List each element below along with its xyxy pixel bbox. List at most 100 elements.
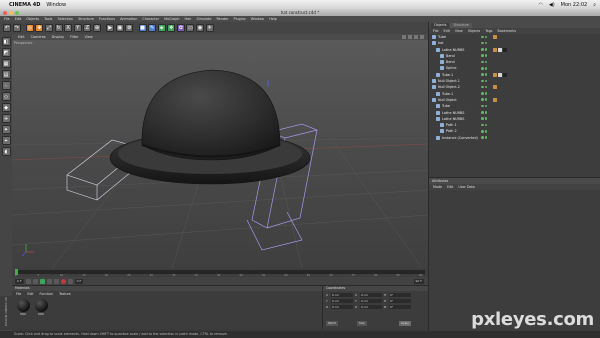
rotation-field[interactable]: 0° — [389, 304, 411, 309]
editor-visibility-dot[interactable] — [481, 73, 484, 76]
menu-item-render[interactable]: Render — [216, 17, 228, 21]
live-selection-icon[interactable]: ◎ — [25, 24, 34, 32]
render-picture-icon[interactable]: ▣ — [115, 24, 124, 32]
visibility-flags[interactable] — [481, 35, 488, 39]
render-visibility-dot[interactable] — [484, 123, 488, 127]
menu-item-objects[interactable]: Objects — [26, 17, 39, 21]
render-visibility-dot[interactable] — [484, 48, 488, 51]
redo-icon[interactable]: ↷ — [12, 24, 21, 32]
visibility-flags[interactable] — [481, 73, 488, 76]
volume-icon[interactable]: ◀) — [549, 2, 555, 8]
object-manager-menu-objects[interactable]: Objects — [468, 29, 480, 33]
object-manager-menu-bookmarks[interactable]: Bookmarks — [498, 29, 516, 33]
workplane-icon[interactable]: ▤ — [1, 70, 11, 79]
render-visibility-dot[interactable] — [484, 111, 488, 114]
editor-visibility-dot[interactable] — [481, 41, 484, 45]
material-menu-edit[interactable]: Edit — [27, 291, 33, 297]
editor-visibility-dot[interactable] — [481, 129, 484, 133]
position-field[interactable]: 0 cm — [331, 304, 353, 309]
minimize-window-icon[interactable] — [9, 10, 13, 15]
render-settings-icon[interactable]: ⚙ — [125, 24, 134, 32]
menu-item-animation[interactable]: Animation — [120, 17, 137, 21]
render-visibility-dot[interactable] — [484, 79, 488, 83]
menu-item-window[interactable]: Window — [251, 17, 264, 21]
visibility-flags[interactable] — [481, 85, 488, 89]
mac-menu-window[interactable]: Window — [46, 2, 66, 8]
render-visibility-dot[interactable] — [484, 98, 488, 102]
z-axis-icon[interactable]: Z — [83, 24, 92, 32]
editor-visibility-dot[interactable] — [481, 111, 484, 114]
prev-frame-icon[interactable] — [32, 278, 38, 284]
render-visibility-dot[interactable] — [484, 66, 488, 70]
material-menu-file[interactable]: File — [16, 291, 21, 297]
rotation-field[interactable]: 0° — [389, 292, 411, 297]
visibility-flags[interactable] — [481, 129, 488, 133]
visibility-flags[interactable] — [481, 111, 488, 114]
end-frame[interactable]: 90 F — [413, 278, 424, 284]
camera-icon[interactable]: ◉ — [196, 24, 205, 32]
size-mode-select[interactable]: Size — [357, 321, 367, 326]
menu-item-file[interactable]: File — [4, 17, 10, 21]
render-visibility-dot[interactable] — [484, 104, 488, 108]
polygons-mode-icon[interactable]: ◆ — [1, 103, 11, 112]
orbit-icon[interactable] — [414, 35, 418, 39]
editor-visibility-dot[interactable] — [481, 79, 484, 83]
material-menu-texture[interactable]: Texture — [59, 291, 71, 297]
editor-visibility-dot[interactable] — [481, 123, 484, 127]
editor-visibility-dot[interactable] — [481, 92, 484, 95]
menu-item-help[interactable]: Help — [269, 17, 277, 21]
go-to-start-icon[interactable] — [25, 278, 31, 284]
render-visibility-dot[interactable] — [484, 92, 488, 95]
render-visibility-dot[interactable] — [484, 41, 488, 45]
render-visibility-dot[interactable] — [484, 35, 488, 39]
render-visibility-dot[interactable] — [484, 136, 488, 139]
object-manager-menu-file[interactable]: File — [433, 29, 439, 33]
model-mode-icon[interactable]: ◧ — [1, 37, 11, 46]
viewport-menu-display[interactable]: Display — [52, 35, 65, 39]
scale-icon[interactable]: ⤢ — [44, 24, 53, 32]
material-menu-function[interactable]: Function — [40, 291, 54, 297]
editor-visibility-dot[interactable] — [481, 54, 484, 57]
tag-icon[interactable] — [498, 72, 502, 77]
array-icon[interactable]: ❖ — [167, 24, 176, 32]
viewport-menu-cameras[interactable]: Cameras — [31, 35, 46, 39]
render-visibility-dot[interactable] — [484, 129, 488, 133]
visibility-flags[interactable] — [481, 104, 488, 108]
visibility-flags[interactable] — [481, 92, 488, 95]
visibility-flags[interactable] — [481, 79, 488, 83]
close-window-icon[interactable] — [3, 10, 7, 15]
maximize-view-icon[interactable] — [420, 35, 424, 39]
editor-visibility-dot[interactable] — [481, 66, 484, 70]
cube-icon[interactable]: ■ — [138, 24, 147, 32]
edges-mode-icon[interactable]: ◇ — [1, 92, 11, 101]
zoom-icon[interactable] — [408, 35, 412, 39]
object-row[interactable]: Instance (Converted) — [429, 135, 600, 141]
editor-visibility-dot[interactable] — [481, 60, 484, 64]
editor-visibility-dot[interactable] — [481, 98, 484, 102]
apply-button[interactable]: Apply — [399, 321, 411, 326]
material-swatch[interactable]: Mat — [15, 299, 31, 316]
clock[interactable]: Mon 22:02 — [561, 2, 588, 8]
magnet-icon[interactable]: ◖ — [1, 147, 11, 156]
editor-visibility-dot[interactable] — [481, 85, 484, 89]
visibility-flags[interactable] — [481, 136, 488, 139]
mac-app-name[interactable]: CINEMA 4D — [9, 2, 40, 8]
attribute-menu-user-data[interactable]: User Data — [458, 185, 474, 189]
menu-item-simulate[interactable]: Simulate — [196, 17, 211, 21]
timeline[interactable]: 0 5 10 15 20 25 30 35 40 45 50 55 60 65 70 75 80 85 90 — [12, 268, 428, 277]
tweak-icon[interactable]: ✦ — [1, 125, 11, 134]
axis-icon[interactable]: ✛ — [1, 114, 11, 123]
start-frame[interactable]: 0 F — [15, 278, 24, 284]
coordinate-mode-select[interactable]: World — [326, 321, 339, 326]
rotation-field[interactable]: 0° — [389, 298, 411, 303]
position-field[interactable]: 0 cm — [331, 298, 353, 303]
attribute-menu-edit[interactable]: Edit — [447, 185, 453, 189]
snap-icon[interactable]: ⌖ — [1, 136, 11, 145]
tag-icon[interactable] — [493, 85, 497, 90]
pen-icon[interactable]: ✎ — [148, 24, 157, 32]
size-field[interactable]: 0 cm — [360, 304, 382, 309]
visibility-flags[interactable] — [481, 60, 488, 64]
points-mode-icon[interactable]: ⁘ — [1, 81, 11, 90]
viewport-menu-edit[interactable]: Edit — [18, 35, 25, 39]
render-view-icon[interactable]: ▶ — [106, 24, 115, 32]
